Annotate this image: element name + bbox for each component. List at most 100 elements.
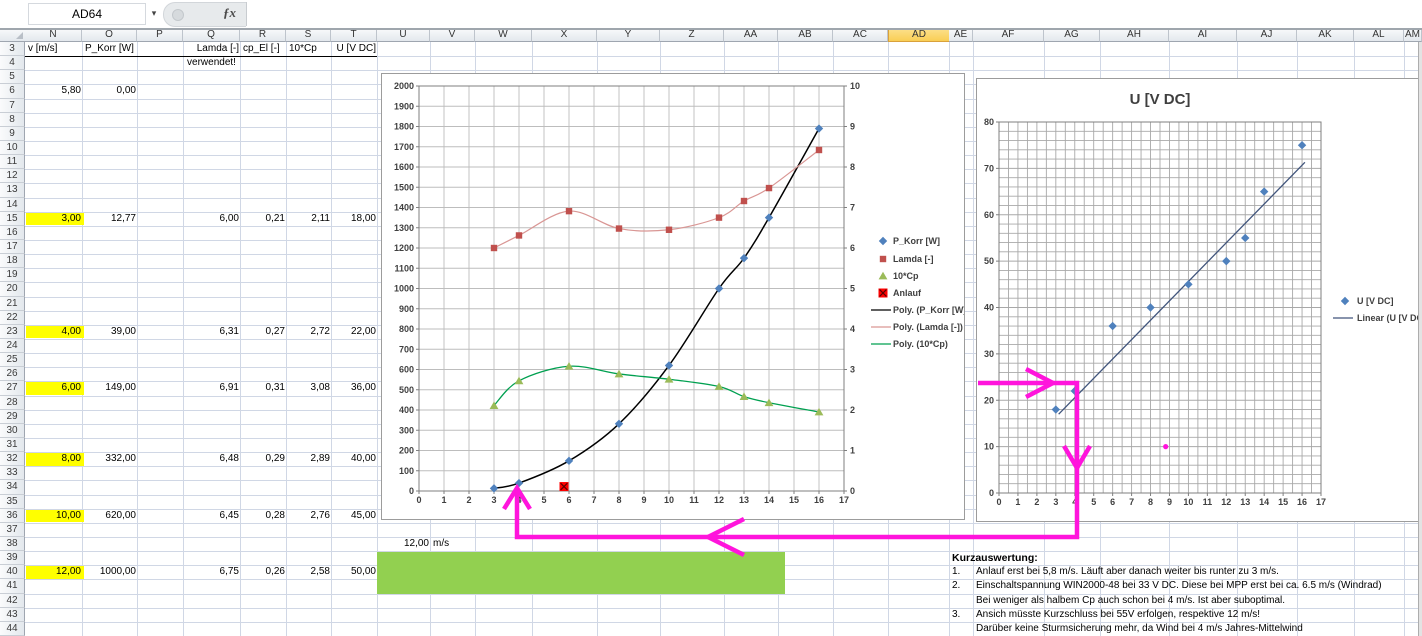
cell-S36[interactable]: 2,76	[287, 510, 333, 523]
row-header-12[interactable]: 12	[0, 169, 25, 183]
cell-Q36[interactable]: 6,45	[184, 510, 242, 523]
cell-O40[interactable]: 1000,00	[83, 566, 139, 579]
cell-R15[interactable]: 0,21	[241, 213, 288, 226]
cell-S40[interactable]: 2,58	[287, 566, 333, 579]
cell-N36[interactable]: 10,00	[26, 510, 84, 523]
cell-R23[interactable]: 0,27	[241, 326, 288, 339]
row-header-42[interactable]: 42	[0, 594, 25, 608]
cell-T3[interactable]: U [V DC]	[332, 43, 379, 56]
column-header-X[interactable]: X	[532, 28, 597, 42]
cell-O3[interactable]: P_Korr [W]	[83, 43, 134, 56]
cell-R27[interactable]: 0,31	[241, 382, 288, 395]
row-header-27[interactable]: 27	[0, 381, 25, 395]
cell-O15[interactable]: 12,77	[83, 213, 139, 226]
chart-power-curves[interactable]: 0123456789101112131415161701002003004005…	[381, 73, 965, 520]
cell-AE43[interactable]: 3.	[950, 609, 974, 622]
column-header-P[interactable]: P	[137, 28, 183, 42]
column-header-AD[interactable]: AD	[888, 28, 950, 42]
cell-AE40[interactable]: 1.	[950, 566, 974, 579]
column-header-AE[interactable]: AE	[949, 28, 973, 42]
row-header-8[interactable]: 8	[0, 113, 25, 127]
column-header-AA[interactable]: AA	[724, 28, 778, 42]
fx-icon[interactable]: ƒx	[223, 5, 236, 21]
row-header-4[interactable]: 4	[0, 56, 25, 70]
cell-T32[interactable]: 40,00	[332, 453, 379, 466]
row-header-39[interactable]: 39	[0, 551, 25, 565]
row-header-5[interactable]: 5	[0, 70, 25, 84]
cell-AF40[interactable]: Anlauf erst bei 5,8 m/s. Läuft aber dana…	[974, 566, 1279, 579]
row-header-44[interactable]: 44	[0, 622, 25, 636]
cell-AF43[interactable]: Ansich müsste Kurzschluss bei 55V erfolg…	[974, 609, 1260, 622]
cell-S3[interactable]: 10*Cp	[287, 43, 332, 56]
cell-O23[interactable]: 39,00	[83, 326, 139, 339]
cell-T23[interactable]: 22,00	[332, 326, 379, 339]
cell-T36[interactable]: 45,00	[332, 510, 379, 523]
vertical-scrollbar[interactable]	[1418, 42, 1422, 636]
cell-S15[interactable]: 2,11	[287, 213, 333, 226]
row-header-26[interactable]: 26	[0, 367, 25, 381]
row-header-43[interactable]: 43	[0, 608, 25, 622]
formula-bar-input[interactable]	[246, 2, 1422, 26]
row-header-41[interactable]: 41	[0, 579, 25, 593]
row-header-32[interactable]: 32	[0, 452, 25, 466]
name-box[interactable]: AD64	[28, 3, 146, 25]
column-header-N[interactable]: N	[25, 28, 82, 42]
row-header-40[interactable]: 40	[0, 565, 25, 579]
cell-N15[interactable]: 3,00	[26, 213, 84, 226]
cell-T27[interactable]: 36,00	[332, 382, 379, 395]
row-header-38[interactable]: 38	[0, 537, 25, 551]
column-header-AL[interactable]: AL	[1354, 28, 1404, 42]
column-header-AK[interactable]: AK	[1297, 28, 1354, 42]
cell-T15[interactable]: 18,00	[332, 213, 379, 226]
column-header-U[interactable]: U	[377, 28, 430, 42]
cell-O36[interactable]: 620,00	[83, 510, 139, 523]
row-header-16[interactable]: 16	[0, 226, 25, 240]
row-header-35[interactable]: 35	[0, 495, 25, 509]
row-header-9[interactable]: 9	[0, 127, 25, 141]
cell-AF41[interactable]: Einschaltspannung WIN2000-48 bei 33 V DC…	[974, 580, 1382, 593]
column-header-V[interactable]: V	[430, 28, 475, 42]
cell-AF42[interactable]: Bei weniger als halbem Cp auch schon bei…	[974, 595, 1285, 608]
green-note-block[interactable]	[377, 552, 785, 593]
row-header-31[interactable]: 31	[0, 438, 25, 452]
row-header-30[interactable]: 30	[0, 424, 25, 438]
cell-O6[interactable]: 0,00	[83, 85, 139, 98]
row-header-13[interactable]: 13	[0, 183, 25, 197]
column-header-T[interactable]: T	[331, 28, 377, 42]
cell-Q27[interactable]: 6,91	[184, 382, 242, 395]
row-header-6[interactable]: 6	[0, 84, 25, 98]
column-header-S[interactable]: S	[286, 28, 331, 42]
row-header-36[interactable]: 36	[0, 509, 25, 523]
cell-S27[interactable]: 3,08	[287, 382, 333, 395]
row-header-21[interactable]: 21	[0, 297, 25, 311]
row-header-15[interactable]: 15	[0, 212, 25, 226]
cell-N27[interactable]: 6,00	[26, 382, 84, 395]
column-header-R[interactable]: R	[240, 28, 286, 42]
column-header-AM[interactable]: AM	[1404, 28, 1422, 42]
cell-V38[interactable]: m/s	[431, 538, 476, 551]
column-header-AJ[interactable]: AJ	[1237, 28, 1297, 42]
column-header-AB[interactable]: AB	[778, 28, 833, 42]
cell-N3[interactable]: v [m/s]	[26, 43, 83, 56]
row-header-37[interactable]: 37	[0, 523, 25, 537]
row-header-3[interactable]: 3	[0, 42, 25, 56]
cell-N23[interactable]: 4,00	[26, 326, 84, 339]
cell-N32[interactable]: 8,00	[26, 453, 84, 466]
cell-N6[interactable]: 5,80	[26, 85, 84, 98]
cell-Q4[interactable]: verwendet!	[184, 57, 239, 70]
row-header-17[interactable]: 17	[0, 240, 25, 254]
row-header-33[interactable]: 33	[0, 466, 25, 480]
cell-U38[interactable]: 12,00	[378, 538, 432, 551]
cell-Q32[interactable]: 6,48	[184, 453, 242, 466]
row-header-22[interactable]: 22	[0, 311, 25, 325]
name-box-dropdown-icon[interactable]: ▾	[146, 3, 162, 23]
column-header-AH[interactable]: AH	[1100, 28, 1169, 42]
cell-R40[interactable]: 0,26	[241, 566, 288, 579]
cell-Q40[interactable]: 6,75	[184, 566, 242, 579]
column-header-AF[interactable]: AF	[973, 28, 1044, 42]
column-header-Z[interactable]: Z	[660, 28, 724, 42]
cell-AF44[interactable]: Darüber keine Sturmsicherung mehr, da Wi…	[974, 623, 1303, 636]
cell-Q3[interactable]: Lamda [-]	[184, 43, 242, 56]
row-header-20[interactable]: 20	[0, 282, 25, 296]
cell-N40[interactable]: 12,00	[26, 566, 84, 579]
